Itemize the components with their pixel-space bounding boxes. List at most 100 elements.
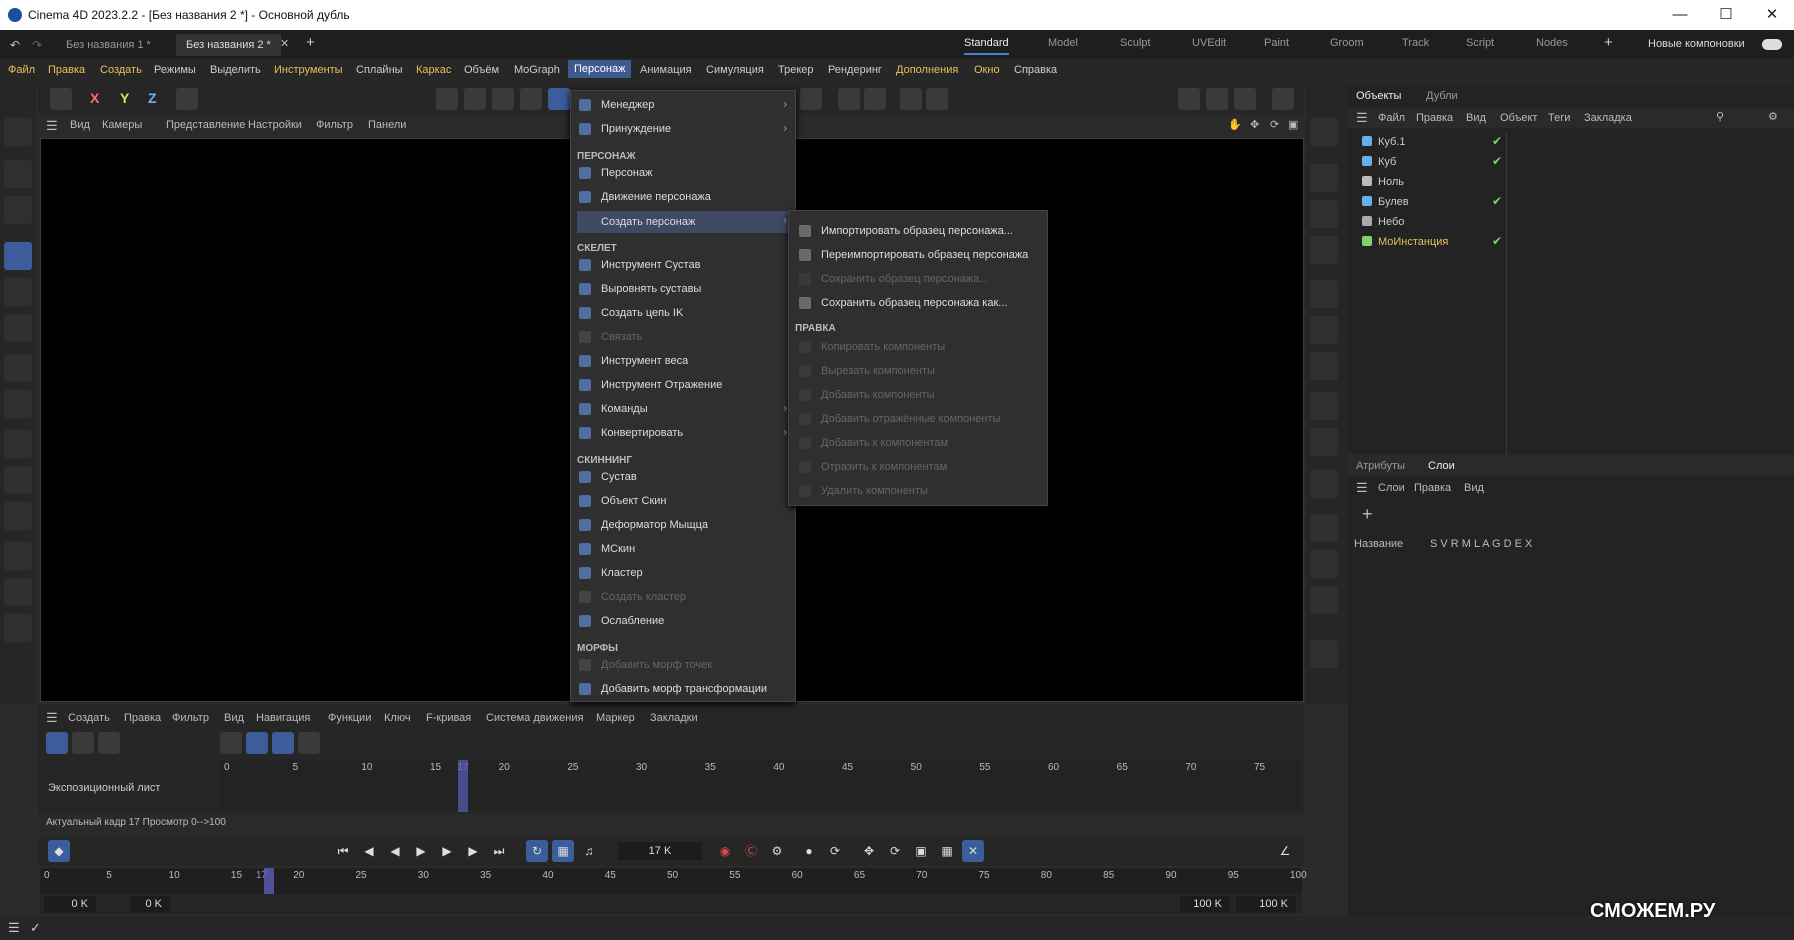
menu-item[interactable]: Деформатор Мыщца [601, 519, 708, 531]
previous-key-icon[interactable]: ◀ [358, 840, 380, 862]
enabled-check-icon[interactable]: ✔ [1492, 154, 1502, 168]
object-row[interactable]: Куб [1378, 156, 1396, 168]
menu-simulation[interactable]: Симуляция [706, 64, 764, 76]
menu-item[interactable]: Персонаж [601, 167, 652, 179]
enabled-check-icon[interactable]: ✔ [1492, 234, 1502, 248]
layout-nodes[interactable]: Nodes [1536, 37, 1568, 49]
live-select-icon[interactable] [4, 160, 32, 188]
menu-mesh[interactable]: Каркас [416, 64, 451, 76]
zoom-icon[interactable]: ✥ [1250, 118, 1259, 131]
sound-icon[interactable]: ♫ [578, 840, 600, 862]
object-row[interactable]: Куб.1 [1378, 136, 1406, 148]
menu-character[interactable]: Персонаж [568, 60, 632, 78]
layout-model[interactable]: Model [1048, 37, 1078, 49]
menu-animation[interactable]: Анимация [640, 64, 692, 76]
status-hamburger-icon[interactable]: ☰ [8, 920, 20, 936]
objects-menu-edit[interactable]: Правка [1416, 112, 1453, 124]
menu-item[interactable]: Создать цепь IK [601, 307, 683, 319]
add-layout-icon[interactable]: + [1604, 34, 1613, 51]
fcurve-graph-icon[interactable]: ∠ [1274, 840, 1296, 862]
play-icon[interactable]: ▶ [410, 840, 432, 862]
preview-max-field[interactable]: 100 K [1236, 896, 1296, 912]
minimize-button[interactable]: — [1660, 4, 1700, 26]
pan-icon[interactable]: ✋ [1228, 118, 1242, 131]
axis-x-toggle[interactable]: X [90, 90, 99, 106]
menu-item[interactable]: Менеджер [601, 99, 654, 111]
render-picture-viewer-icon[interactable] [1206, 88, 1228, 110]
timeline-menu-fcurve[interactable]: F-кривая [426, 712, 471, 724]
menu-tools[interactable]: Инструменты [274, 64, 343, 76]
layout-script[interactable]: Script [1466, 37, 1494, 49]
layers-menu-edit[interactable]: Правка [1414, 482, 1451, 494]
next-key-icon[interactable]: ▶ [462, 840, 484, 862]
transform-tool-icon[interactable] [4, 196, 32, 224]
menu-modes[interactable]: Режимы [154, 64, 196, 76]
spline-icon[interactable] [1310, 470, 1338, 498]
keyframe-selection-icon[interactable]: ⟳ [824, 840, 846, 862]
enabled-check-icon[interactable]: ✔ [1492, 134, 1502, 148]
menu-item[interactable]: Импортировать образец персонажа... [821, 225, 1013, 237]
menu-item[interactable]: Инструмент веса [601, 355, 688, 367]
position-key-icon[interactable]: ✥ [858, 840, 880, 862]
key-settings-icon[interactable]: ⚙ [766, 840, 788, 862]
menu-item[interactable]: Движение персонажа [601, 191, 711, 203]
maximize-button[interactable]: ☐ [1706, 4, 1746, 26]
menu-item[interactable]: Инструмент Отражение [601, 379, 722, 391]
menu-item[interactable]: Команды [601, 403, 648, 415]
effector-icon[interactable] [1310, 352, 1338, 380]
new-layouts-toggle[interactable] [1762, 39, 1782, 50]
lock-axis-icon[interactable] [926, 88, 948, 110]
menu-item[interactable]: Сохранить образец персонажа как... [821, 297, 1007, 309]
undo-icon[interactable]: ↶ [10, 38, 20, 52]
menu-render[interactable]: Рендеринг [828, 64, 882, 76]
layout-sculpt[interactable]: Sculpt [1120, 37, 1151, 49]
objects-menu-file[interactable]: Файл [1378, 112, 1405, 124]
layers-hamburger-icon[interactable]: ☰ [1356, 480, 1368, 496]
objects-filter-icon[interactable]: ⚙ [1768, 110, 1778, 123]
menu-file[interactable]: Файл [8, 64, 35, 76]
timeline-playhead[interactable] [458, 760, 468, 812]
previous-frame-icon[interactable]: ◀ [384, 840, 406, 862]
coordinate-system-icon[interactable] [176, 88, 198, 110]
axis-z-toggle[interactable]: Z [148, 90, 157, 106]
bridge-tool-icon[interactable] [4, 614, 32, 642]
object-row[interactable]: Булев [1378, 196, 1409, 208]
paint-tool-icon[interactable] [4, 502, 32, 530]
model-mode-icon[interactable] [520, 88, 542, 110]
subdivision-icon[interactable] [1310, 280, 1338, 308]
menu-item[interactable]: Принуждение [601, 123, 671, 135]
tab-layers[interactable]: Слои [1428, 460, 1455, 472]
object-row[interactable]: Ноль [1378, 176, 1404, 188]
scale-key-icon[interactable]: ▣ [910, 840, 932, 862]
polygons-mode-icon[interactable] [492, 88, 514, 110]
placement-tool-icon[interactable] [4, 354, 32, 382]
menu-help[interactable]: Справка [1014, 64, 1057, 76]
timeline-menu-marker[interactable]: Маркер [596, 712, 635, 724]
text-icon[interactable] [1310, 236, 1338, 264]
menu-mograph[interactable]: MoGraph [514, 64, 560, 76]
close-button[interactable]: ✕ [1752, 4, 1792, 26]
menu-edit[interactable]: Правка [48, 64, 85, 76]
layout-standard[interactable]: Standard [964, 37, 1009, 55]
timeline-menu-functions[interactable]: Функции [328, 712, 371, 724]
menu-select[interactable]: Выделить [210, 64, 261, 76]
timeline-sphere-icon[interactable] [220, 732, 242, 754]
viewport-menu-view[interactable]: Вид [70, 119, 90, 131]
menu-item[interactable]: Конвертировать [601, 427, 683, 439]
menu-item[interactable]: Ослабление [601, 615, 664, 627]
timeline-menu-edit[interactable]: Правка [124, 712, 161, 724]
orbit-icon[interactable]: ⟳ [1270, 118, 1279, 131]
redshift-icon[interactable] [1272, 88, 1294, 110]
viewport-solo-icon[interactable] [900, 88, 922, 110]
menu-item[interactable]: Кластер [601, 567, 643, 579]
render-view-icon[interactable] [1178, 88, 1200, 110]
deformer-icon[interactable] [1310, 392, 1338, 420]
objects-menu-tags[interactable]: Теги [1548, 112, 1570, 124]
tag-icon[interactable] [1310, 640, 1338, 668]
motion-clip-icon[interactable]: ● [798, 840, 820, 862]
objects-menu-object[interactable]: Объект [1500, 112, 1537, 124]
dopesheet-mode-icon[interactable] [46, 732, 68, 754]
axis-y-toggle[interactable]: Y [120, 90, 129, 106]
hamburger-icon[interactable]: ☰ [46, 118, 58, 134]
brush-tool-icon[interactable] [4, 542, 32, 570]
